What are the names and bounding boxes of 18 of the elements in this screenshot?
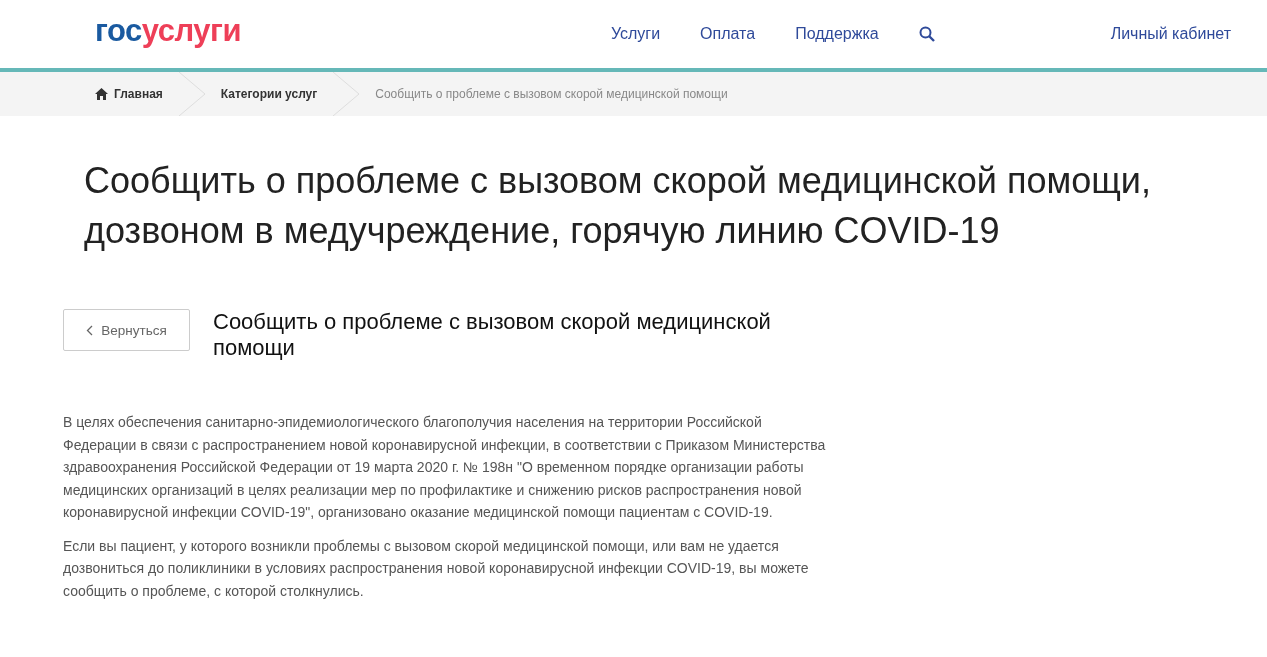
nav-link[interactable]: Поддержка	[795, 25, 879, 43]
body-paragraph: В целях обеспечения санитарно-эпидемиологического благополучия населения на территории Российской Федерации в связи с распространением новой коронавирусной инфекции, в соответствии с Приказом Министерства здравоохранения Российской Федерации от 19 марта 2020 г. № 198н "О временном порядке организации работы медицинских организаций в целях реализации мер по профилактике и снижению рисков распространения новой коронавирусной инфекции COVID-19", организовано оказание медицинской помощи пациентам с COVID-19.	[63, 413, 827, 522]
section-title: Сообщить о проблеме с вызовом скорой медицинской помощи	[213, 309, 772, 361]
nav-link[interactable]: Услуги	[610, 25, 661, 43]
page-title: Сообщить о проблеме с вызовом скорой медицинской помощи, дозвоном в медучреждение, горячую линию COVID-19	[84, 159, 1152, 253]
body-paragraph: Если вы пациент, у которого возникли проблемы с вызовом скорой медицинской помощи, или вам не удается дозвониться до поликлиники в условиях распространения новой коронавирусной инфекции COVID-19, вы можете сообщить о проблеме, с которой столкнулись.	[63, 536, 810, 601]
account-link[interactable]: Личный кабинет	[1110, 25, 1231, 43]
breadcrumb-separator	[333, 72, 362, 116]
breadcrumb-item[interactable]: Главная	[114, 87, 163, 101]
breadcrumb-separator	[178, 72, 207, 116]
nav-link[interactable]: Оплата	[700, 25, 756, 43]
chevron-left-icon	[86, 324, 94, 336]
breadcrumb-item[interactable]: Категории услуг	[220, 87, 318, 101]
search-icon[interactable]	[918, 26, 935, 42]
breadcrumb-item: Сообщить о проблеме с вызовом скорой медицинской помощи	[375, 87, 728, 101]
back-button[interactable]: Вернуться	[63, 309, 190, 351]
home-icon	[95, 88, 108, 100]
site-logo[interactable]: госуслуги	[95, 13, 241, 49]
